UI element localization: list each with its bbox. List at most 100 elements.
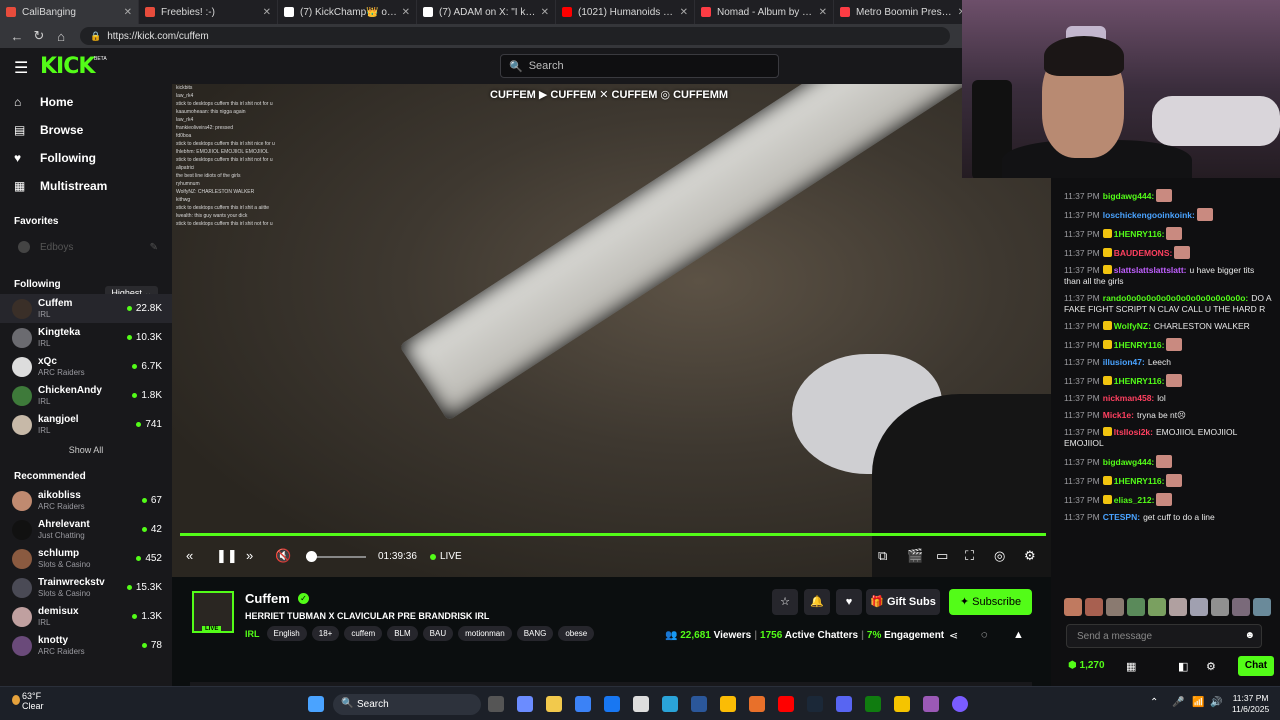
- notes-icon[interactable]: [894, 696, 910, 712]
- browser-tab[interactable]: (7) ADAM on X: "I knew pe ✕: [417, 0, 556, 24]
- message-username[interactable]: nickman458:: [1103, 393, 1155, 403]
- youtube-icon[interactable]: [778, 696, 794, 712]
- nav-item-browse[interactable]: ▤ Browse: [0, 116, 172, 144]
- volume-knob[interactable]: [306, 551, 317, 562]
- channel-item[interactable]: Ahrelevant Just Chatting 42: [0, 515, 172, 544]
- tray-chevron-icon[interactable]: ⌃: [1150, 697, 1158, 708]
- fast-forward-icon[interactable]: »: [246, 548, 253, 563]
- channel-item[interactable]: kangjoel IRL 741: [0, 410, 172, 439]
- message-username[interactable]: bigdawg444:: [1103, 457, 1154, 467]
- message-username[interactable]: bigdawg444:: [1103, 191, 1154, 201]
- search-input[interactable]: 🔍 Search: [500, 54, 779, 78]
- amazon-icon[interactable]: [633, 696, 649, 712]
- wifi-icon[interactable]: 📶: [1192, 697, 1204, 708]
- discord-icon[interactable]: [836, 696, 852, 712]
- video-player[interactable]: kickbits law_rk4 stick to desktops cuffem …: [172, 84, 1051, 577]
- bookmark-icon[interactable]: ◧: [1178, 660, 1188, 673]
- gift-subs-button[interactable]: 🎁 Gift Subs: [866, 589, 940, 615]
- start-icon[interactable]: [308, 696, 324, 712]
- settings-icon[interactable]: ⚙: [1024, 548, 1036, 564]
- tab-close-icon[interactable]: ✕: [680, 7, 688, 18]
- tag-chip[interactable]: cuffem: [344, 626, 383, 641]
- quick-emote-icon[interactable]: [1127, 598, 1145, 616]
- subscribe-button[interactable]: ✦ Subscribe: [949, 589, 1032, 615]
- store-icon[interactable]: ▦: [1126, 660, 1136, 673]
- task-view-icon[interactable]: [488, 696, 504, 712]
- message-username[interactable]: CTESPN:: [1103, 512, 1140, 522]
- weather-widget[interactable]: 63°F Clear: [12, 691, 44, 711]
- home-icon[interactable]: ⌂: [50, 29, 72, 44]
- quick-emote-icon[interactable]: [1211, 598, 1229, 616]
- speed-icon[interactable]: ◎: [994, 548, 1005, 564]
- mute-icon[interactable]: 🔇: [275, 548, 291, 564]
- hide-icon[interactable]: ◌: [981, 629, 988, 641]
- channel-item[interactable]: schlump Slots & Casino 452: [0, 544, 172, 573]
- clip-icon[interactable]: 🎬: [907, 548, 923, 564]
- message-username[interactable]: 1HENRY116:: [1114, 376, 1165, 386]
- kick-logo[interactable]: KICK: [40, 54, 95, 79]
- chat-send-button[interactable]: Chat: [1238, 656, 1274, 676]
- quick-emote-icon[interactable]: [1232, 598, 1250, 616]
- message-username[interactable]: 1HENRY116:: [1114, 229, 1165, 239]
- message-username[interactable]: slattslattslattslatt:: [1114, 265, 1187, 275]
- browser-tab[interactable]: Metro Boomin Present✕: [834, 0, 973, 24]
- tab-close-icon[interactable]: ✕: [402, 7, 410, 18]
- remove-favorite-icon[interactable]: ✎: [150, 242, 158, 253]
- message-username[interactable]: WolfyNZ:: [1114, 321, 1151, 331]
- streamer-name[interactable]: Cuffem: [245, 591, 290, 606]
- quick-emote-icon[interactable]: [1064, 598, 1082, 616]
- app-icon[interactable]: [923, 696, 939, 712]
- address-bar[interactable]: 🔒 https://kick.com/cuffem: [80, 27, 950, 45]
- star-icon[interactable]: ☆: [772, 589, 798, 615]
- tag-chip[interactable]: BANG: [516, 626, 554, 641]
- message-username[interactable]: 1HENRY116:: [1114, 340, 1165, 350]
- taskbar-search[interactable]: 🔍 Search: [333, 694, 481, 715]
- browser-tab[interactable]: Nomad - Album by DJ Snak ✕: [695, 0, 834, 24]
- tab-close-icon[interactable]: ✕: [263, 7, 271, 18]
- channel-points[interactable]: ⬢ 1,270: [1068, 660, 1105, 671]
- tab-close-icon[interactable]: ✕: [124, 7, 132, 18]
- report-icon[interactable]: ▲: [1013, 629, 1024, 641]
- browser-tab[interactable]: CaliBanging ✕: [0, 0, 139, 24]
- calculator-icon[interactable]: [691, 696, 707, 712]
- show-all-button[interactable]: Show All: [0, 439, 172, 461]
- volume-icon[interactable]: 🔊: [1210, 697, 1222, 708]
- tag-chip[interactable]: 18+: [311, 626, 340, 641]
- message-username[interactable]: BAUDEMONS:: [1114, 248, 1173, 258]
- mic-icon[interactable]: 🎤: [1172, 697, 1184, 708]
- quick-emote-icon[interactable]: [1148, 598, 1166, 616]
- reload-icon[interactable]: ↻: [28, 28, 50, 44]
- quick-emote-icon[interactable]: [1169, 598, 1187, 616]
- browser-tab[interactable]: (7) KickChamp👑 on X: "A ✕: [278, 0, 417, 24]
- channel-item[interactable]: Trainwreckstv Slots & Casino 15.3K: [0, 573, 172, 602]
- message-username[interactable]: Itsllosi2k:: [1114, 427, 1153, 437]
- follow-heart-icon[interactable]: ♥: [836, 589, 862, 615]
- edge-icon[interactable]: [662, 696, 678, 712]
- chat-input[interactable]: Send a message ☻: [1066, 624, 1262, 648]
- emoji-icon[interactable]: ☻: [1244, 630, 1255, 641]
- chrome-icon[interactable]: [720, 696, 736, 712]
- category-link[interactable]: IRL: [245, 629, 260, 639]
- favorite-item[interactable]: Edboys ✎: [0, 237, 172, 257]
- rewind-icon[interactable]: «: [186, 548, 193, 563]
- channel-item[interactable]: ChickenAndy IRL 1.8K: [0, 381, 172, 410]
- tag-chip[interactable]: BLM: [387, 626, 418, 641]
- channel-item[interactable]: Kingteka IRL 10.3K: [0, 323, 172, 352]
- browser-tab[interactable]: Freebies! :-) ✕: [139, 0, 278, 24]
- channel-item[interactable]: xQc ARC Raiders 6.7K: [0, 352, 172, 381]
- quick-emote-icon[interactable]: [1106, 598, 1124, 616]
- tag-chip[interactable]: BAU: [422, 626, 454, 641]
- fullscreen-icon[interactable]: ⛶: [965, 548, 974, 564]
- vlc-icon[interactable]: [749, 696, 765, 712]
- tag-chip[interactable]: English: [266, 626, 307, 641]
- message-username[interactable]: 1HENRY116:: [1114, 476, 1165, 486]
- quick-emote-icon[interactable]: [1085, 598, 1103, 616]
- message-username[interactable]: rando0o0o0o0o0o0o0o0o0o0o0o0o:: [1103, 293, 1248, 303]
- browser-tab[interactable]: (1021) Humanoids Cost as ✕: [556, 0, 695, 24]
- back-icon[interactable]: ←: [6, 29, 28, 44]
- facebook-icon[interactable]: [604, 696, 620, 712]
- tag-chip[interactable]: motionman: [458, 626, 512, 641]
- system-clock[interactable]: 11:37 PM 11/6/2025: [1232, 693, 1269, 715]
- file-explorer-icon[interactable]: [546, 696, 562, 712]
- quick-emote-icon[interactable]: [1190, 598, 1208, 616]
